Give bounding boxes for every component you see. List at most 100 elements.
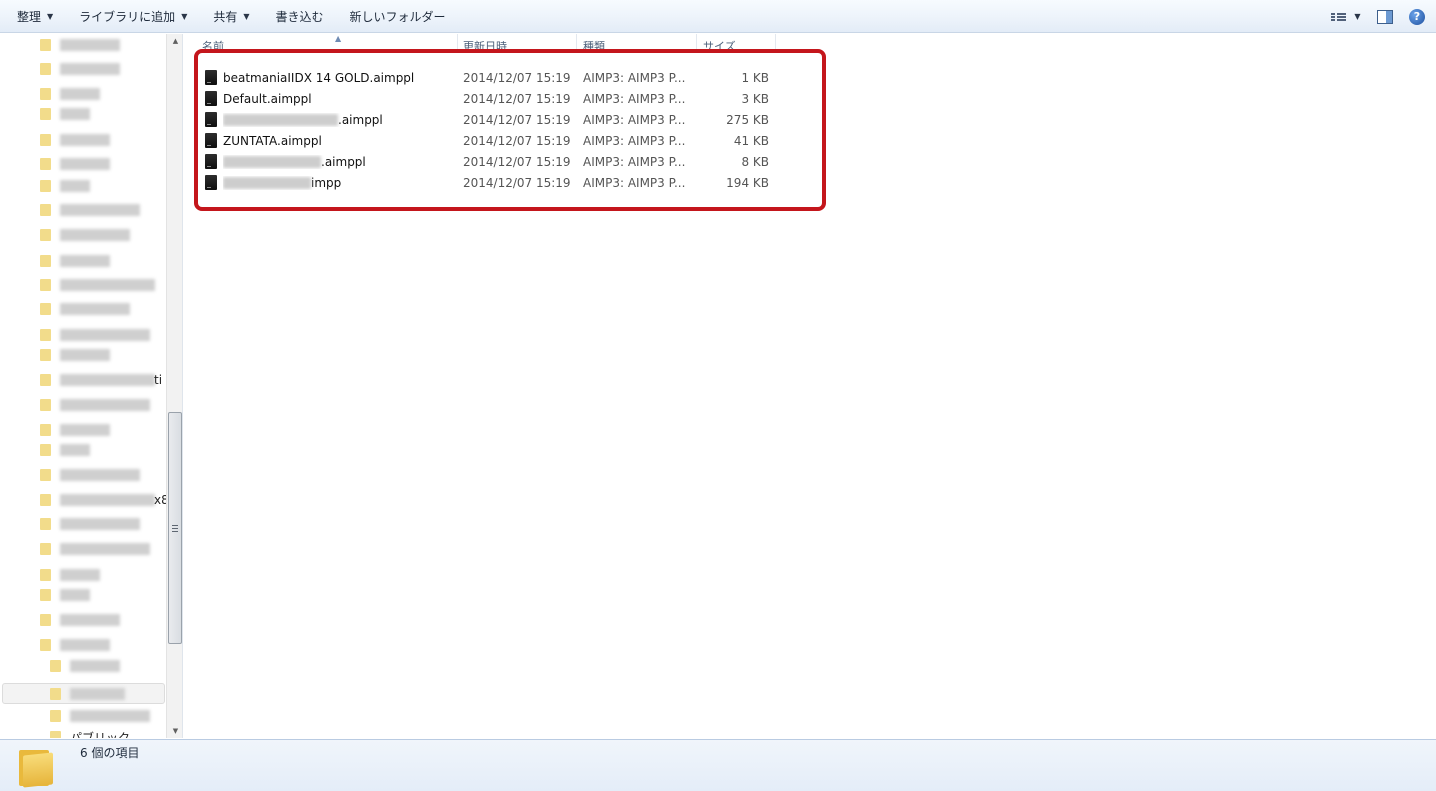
nav-item[interactable] <box>40 133 110 147</box>
file-list[interactable]: 名前 ▲ 更新日時 種類 サイズ beatmaniaIIDX 14 GOLD.a… <box>184 34 1436 738</box>
nav-item-label-redacted <box>60 374 155 386</box>
nav-item-label-redacted <box>60 349 110 361</box>
folder-icon <box>40 39 51 51</box>
nav-item-label-redacted <box>60 518 140 530</box>
share-label: 共有 <box>213 9 238 24</box>
view-options-button[interactable]: ▼ <box>1326 5 1366 29</box>
nav-item-label-redacted <box>60 108 90 120</box>
nav-item[interactable] <box>40 348 110 362</box>
nav-item-label-redacted <box>60 88 100 100</box>
folder-icon <box>40 569 51 581</box>
scroll-up-icon[interactable]: ▲ <box>167 34 182 48</box>
nav-item[interactable] <box>40 613 120 627</box>
column-header-size[interactable]: サイズ <box>697 34 775 50</box>
nav-item-label-redacted <box>60 494 155 506</box>
nav-item-label-redacted <box>70 660 120 672</box>
nav-item-label-redacted <box>60 469 140 481</box>
folder-icon <box>40 303 51 315</box>
nav-item[interactable] <box>40 588 90 602</box>
nav-item-label-redacted <box>60 255 110 267</box>
nav-item[interactable] <box>40 179 90 193</box>
nav-item-label-redacted <box>60 303 130 315</box>
preview-pane-icon <box>1377 9 1393 24</box>
organize-button[interactable]: 整理 ▼ <box>8 4 62 28</box>
nav-item[interactable] <box>40 568 100 582</box>
help-icon: ? <box>1409 8 1425 25</box>
folder-icon <box>40 424 51 436</box>
nav-item-label-redacted <box>60 569 100 581</box>
nav-item[interactable] <box>40 423 110 437</box>
share-button[interactable]: 共有 ▼ <box>204 4 258 28</box>
view-options-icon <box>1331 12 1347 21</box>
chevron-down-icon: ▼ <box>243 11 250 21</box>
nav-item[interactable] <box>40 87 100 101</box>
nav-item-label-redacted <box>60 444 90 456</box>
nav-item[interactable] <box>50 659 120 673</box>
folder-icon <box>40 494 51 506</box>
add-to-library-button[interactable]: ライブラリに追加 ▼ <box>70 4 196 28</box>
new-folder-button[interactable]: 新しいフォルダー <box>341 4 455 28</box>
column-header-date[interactable]: 更新日時 <box>458 34 576 50</box>
help-button[interactable]: ? <box>1404 5 1430 29</box>
nav-item-label-redacted <box>70 688 125 700</box>
nav-item-label-redacted <box>60 424 110 436</box>
nav-item-label-redacted <box>60 158 110 170</box>
nav-item[interactable] <box>40 517 140 531</box>
nav-item[interactable] <box>40 38 120 52</box>
nav-item[interactable] <box>40 638 110 652</box>
folder-icon <box>40 444 51 456</box>
burn-label: 書き込む <box>275 9 324 24</box>
column-header-name[interactable]: 名前 ▲ <box>198 34 458 50</box>
folder-icon <box>40 639 51 651</box>
folder-icon <box>40 349 51 361</box>
grip-icon <box>172 525 178 534</box>
folder-icon <box>50 660 61 672</box>
nav-item[interactable] <box>40 203 140 217</box>
nav-item[interactable] <box>40 254 110 268</box>
folder-icon <box>40 374 51 386</box>
nav-item[interactable] <box>40 157 110 171</box>
nav-item[interactable] <box>40 493 155 507</box>
column-divider[interactable] <box>775 34 776 50</box>
folder-icon <box>40 204 51 216</box>
navigation-pane[interactable]: パブリック ti x8 ▲ ▼ <box>0 34 183 738</box>
nav-item[interactable] <box>50 687 125 701</box>
nav-item[interactable] <box>40 398 150 412</box>
nav-item[interactable] <box>40 107 90 121</box>
burn-button[interactable]: 書き込む <box>267 4 333 28</box>
command-bar: 整理 ▼ ライブラリに追加 ▼ 共有 ▼ 書き込む 新しいフォルダー ▼ ? <box>0 0 1436 33</box>
folder-icon <box>50 688 61 700</box>
scroll-down-icon[interactable]: ▼ <box>167 724 182 738</box>
details-pane: 6 個の項目 <box>0 739 1436 791</box>
nav-scrollbar[interactable]: ▲ ▼ <box>166 34 182 738</box>
scrollbar-thumb[interactable] <box>168 412 182 644</box>
nav-item[interactable] <box>40 443 90 457</box>
folder-icon <box>40 518 51 530</box>
organize-label: 整理 <box>17 9 42 24</box>
nav-item[interactable] <box>40 468 140 482</box>
nav-text-fragment: ti <box>154 373 163 387</box>
folder-icon <box>50 731 61 738</box>
nav-item-label-redacted <box>60 589 90 601</box>
item-count: 6 個の項目 <box>80 746 140 760</box>
nav-item-label-redacted <box>60 229 130 241</box>
nav-item[interactable] <box>40 62 120 76</box>
nav-item[interactable] <box>50 709 150 723</box>
nav-item[interactable] <box>40 328 150 342</box>
preview-pane-button[interactable] <box>1372 5 1398 29</box>
nav-item[interactable] <box>40 373 155 387</box>
nav-item[interactable] <box>40 542 150 556</box>
highlight-annotation-box <box>194 49 826 211</box>
nav-item-label-redacted <box>60 63 120 75</box>
folder-icon <box>40 88 51 100</box>
nav-item[interactable] <box>40 278 155 292</box>
new-folder-label: 新しいフォルダー <box>349 9 446 24</box>
nav-item-label-redacted <box>70 710 150 722</box>
folder-icon <box>40 229 51 241</box>
column-header-type[interactable]: 種類 <box>577 34 695 50</box>
nav-item[interactable]: パブリック <box>50 730 130 738</box>
chevron-down-icon: ▼ <box>1354 12 1361 21</box>
folder-icon <box>40 180 51 192</box>
nav-item[interactable] <box>40 302 130 316</box>
nav-item[interactable] <box>40 228 130 242</box>
